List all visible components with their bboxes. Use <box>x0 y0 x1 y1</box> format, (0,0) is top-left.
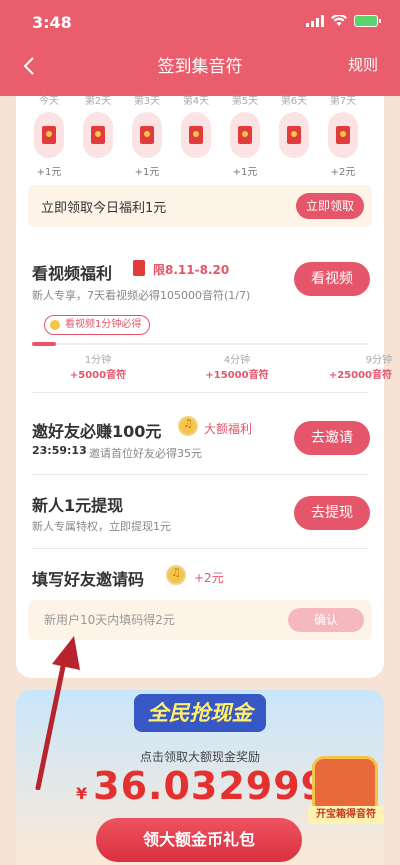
claim-bar: 立即领取今日福利1元 立即领取 <box>28 185 372 227</box>
video-progress-fill <box>32 342 56 346</box>
day-slot <box>34 112 64 158</box>
day-reward: +1元 <box>36 167 62 178</box>
day-slot <box>181 112 211 158</box>
checkin-day: 第5天 +1元 <box>222 96 268 178</box>
milestone: 1分钟 +5000音符 <box>48 351 148 381</box>
day-label: 第6天 <box>280 96 308 107</box>
checkin-days: 今天 +1元 第2天 第3天 +1元 第4天 第5天 +1元 第6天 第7天 +… <box>16 96 384 272</box>
video-date-range: 限8.11-8.20 <box>153 263 230 277</box>
day-reward <box>75 163 121 177</box>
checkin-day: 第2天 <box>75 96 121 177</box>
day-reward: +1元 <box>232 167 258 178</box>
withdraw-task-title: 新人1元提现 <box>32 496 124 515</box>
checkin-day: 第4天 <box>173 96 219 177</box>
day-reward: +2元 <box>330 167 356 178</box>
system-icons <box>306 15 381 27</box>
red-envelope-icon <box>133 260 145 276</box>
red-envelope-icon <box>91 126 105 144</box>
milestone-reward: +15000音符 <box>205 370 269 381</box>
video-task-desc: 新人专享，7天看视频必得105000音符(1/7) <box>32 289 251 302</box>
page-title: 签到集音符 <box>157 57 243 77</box>
divider <box>32 474 368 475</box>
tasks-card: 今天 +1元 第2天 第3天 +1元 第4天 第5天 +1元 第6天 第7天 +… <box>16 96 392 678</box>
checkin-day: 第6天 <box>271 96 317 177</box>
confirm-code-button[interactable]: 确认 <box>288 608 364 632</box>
day-label: 今天 <box>39 96 59 107</box>
milestone: 9分钟 +25000音符 <box>292 351 392 381</box>
red-envelope-icon <box>287 126 301 144</box>
milestone-time: 1分钟 <box>84 355 112 366</box>
red-envelope-icon <box>336 126 350 144</box>
music-coin-icon <box>178 416 198 436</box>
invite-timer: 23:59:13 <box>32 444 87 457</box>
battery-icon <box>354 15 381 27</box>
day-slot <box>83 112 113 158</box>
claim-now-button[interactable]: 立即领取 <box>296 193 364 219</box>
signal-icon <box>306 15 324 27</box>
wifi-icon <box>331 15 347 26</box>
divider <box>32 392 368 393</box>
music-coin-icon <box>166 565 186 585</box>
red-envelope-icon <box>189 126 203 144</box>
withdraw-task-desc: 新人专属特权，立即提现1元 <box>32 520 171 533</box>
treasure-chest-icon[interactable] <box>312 756 378 810</box>
milestone: 4分钟 +15000音符 <box>187 351 287 381</box>
status-bar: 3:48 <box>0 0 400 44</box>
red-envelope-icon <box>42 126 56 144</box>
red-envelope-icon <box>140 126 154 144</box>
code-task-title: 填写好友邀请码 <box>32 570 145 589</box>
day-slot <box>230 112 260 158</box>
status-time: 3:48 <box>32 13 72 32</box>
promo-title: 全民抢现金 <box>134 694 266 732</box>
checkin-day: 第3天 +1元 <box>124 96 170 178</box>
day-slot <box>279 112 309 158</box>
day-label: 第3天 <box>133 96 161 107</box>
rules-link[interactable]: 规则 <box>348 54 378 75</box>
milestone-time: 9分钟 <box>365 355 392 366</box>
day-slot <box>132 112 162 158</box>
video-tip-bubble: 看视频1分钟必得 <box>44 315 151 335</box>
chest-label[interactable]: 开宝箱得音符 <box>308 806 384 824</box>
invite-button[interactable]: 去邀请 <box>294 421 370 455</box>
day-reward: +1元 <box>134 167 160 178</box>
milestone-reward: +5000音符 <box>69 370 127 381</box>
day-label: 第5天 <box>231 96 259 107</box>
app-header: 3:48 签到集音符 规则 <box>0 0 400 96</box>
day-label: 第7天 <box>329 96 357 107</box>
claim-gift-button[interactable]: 领大额金币礼包 <box>96 818 302 862</box>
day-label: 第4天 <box>182 96 210 107</box>
invite-task-title: 邀好友必赚100元 <box>32 422 162 441</box>
checkin-day: 今天 +1元 <box>26 96 72 178</box>
milestone-reward: +25000音符 <box>328 370 392 381</box>
checkin-day: 第7天 +2元 <box>320 96 366 178</box>
code-reward: +2元 <box>194 571 224 585</box>
claim-text: 立即领取今日福利1元 <box>41 201 167 216</box>
promo-amount: ¥36.032999 <box>76 764 328 808</box>
video-progress-track <box>32 342 368 346</box>
annotation-arrow-icon <box>35 636 80 790</box>
red-envelope-icon <box>238 126 252 144</box>
day-reward <box>271 163 317 177</box>
video-task-title: 看视频福利 <box>32 264 113 283</box>
withdraw-button[interactable]: 去提现 <box>294 496 370 530</box>
invite-badge: 大额福利 <box>204 422 253 436</box>
invite-task-desc: 邀请首位好友必得35元 <box>89 447 202 460</box>
day-slot <box>328 112 358 158</box>
day-reward <box>173 163 219 177</box>
divider <box>32 548 368 549</box>
watch-video-button[interactable]: 看视频 <box>294 262 370 296</box>
milestone-time: 4分钟 <box>223 355 251 366</box>
day-label: 第2天 <box>84 96 112 107</box>
amount-value: 36.032999 <box>93 764 329 808</box>
